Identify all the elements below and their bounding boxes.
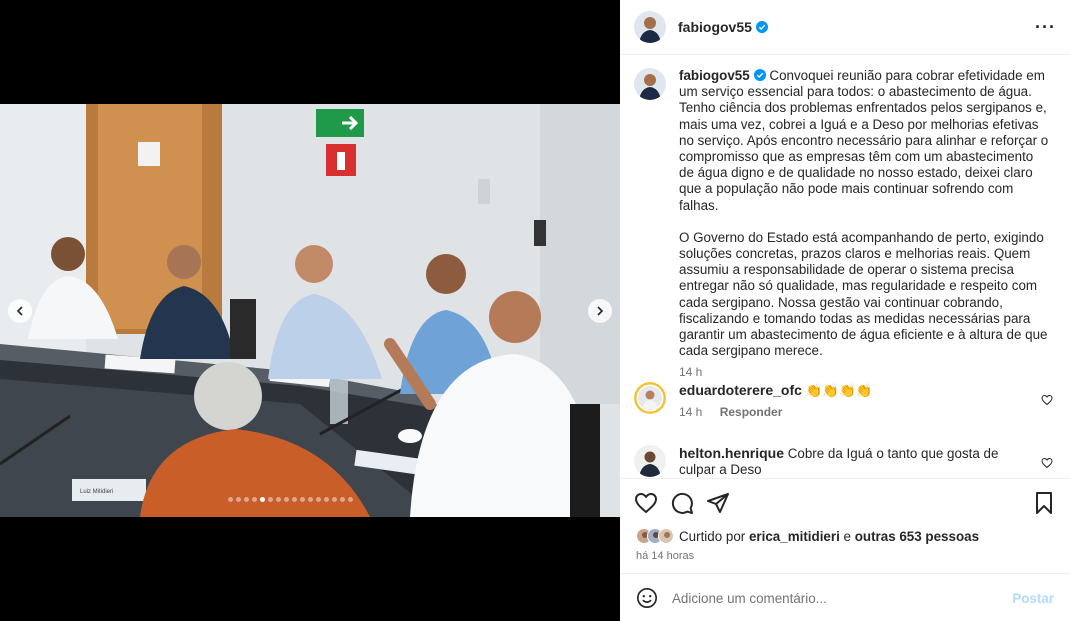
caption-text-1: Convoquei reunião para cobrar efetividad…	[679, 68, 1052, 213]
carousel-dot	[228, 497, 233, 502]
comment-item: helton.henrique Cobre da Iguá o tanto qu…	[634, 445, 1059, 478]
post-age[interactable]: há 14 horas	[636, 550, 694, 562]
carousel-dot	[284, 497, 289, 502]
post-actions: Curtido por erica_mitidieri e outras 653…	[620, 478, 1070, 621]
comment-bubble-icon[interactable]	[670, 491, 694, 515]
nameplate-text: Luiz Mitidieri	[80, 489, 113, 495]
carousel-prev-button[interactable]	[8, 299, 32, 323]
caption-body: fabiogov55 Convoquei reunião para cobrar…	[679, 68, 1049, 381]
carousel-dot	[268, 497, 273, 502]
carousel-dot	[236, 497, 241, 502]
chevron-left-icon	[16, 306, 23, 316]
likes-conj: e	[843, 528, 851, 544]
carousel-dot	[348, 497, 353, 502]
meeting-photo: Luiz Mitidieri	[0, 104, 620, 517]
carousel-dot	[324, 497, 329, 502]
comment-username[interactable]: eduardoterere_ofc	[679, 382, 802, 398]
comment-composer: Postar	[620, 573, 1070, 621]
caption-avatar[interactable]	[634, 68, 666, 100]
carousel-dot	[300, 497, 305, 502]
comment-timestamp[interactable]: 14 h	[679, 405, 702, 419]
likes-text: Curtido por erica_mitidieri e outras 653…	[679, 529, 979, 544]
action-icons-row	[634, 491, 1056, 515]
save-bookmark-icon[interactable]	[1032, 491, 1056, 515]
carousel-dot	[252, 497, 257, 502]
post-comment-button[interactable]: Postar	[1012, 591, 1054, 606]
profile-avatar-image	[634, 11, 666, 43]
carousel-dot	[316, 497, 321, 502]
commenter-avatar[interactable]	[634, 445, 666, 477]
comment-username[interactable]: helton.henrique	[679, 445, 784, 461]
comment-body: helton.henrique Cobre da Iguá o tanto qu…	[679, 445, 1019, 478]
post-caption: fabiogov55 Convoquei reunião para cobrar…	[634, 68, 1059, 381]
caption-timestamp[interactable]: 14 h	[679, 364, 1049, 380]
comment-meta: 14 h Responder	[679, 404, 1019, 420]
comment-text: 👏👏👏👏	[805, 383, 873, 398]
carousel-dot	[276, 497, 281, 502]
like-comment-heart-icon[interactable]	[1041, 457, 1053, 469]
caption-paragraph-1: fabiogov55 Convoquei reunião para cobrar…	[679, 68, 1049, 214]
media-pane: Luiz Mitidieri	[0, 0, 620, 621]
more-options-button[interactable]: ···	[1035, 17, 1056, 38]
share-send-icon[interactable]	[706, 491, 730, 515]
like-comment-heart-icon[interactable]	[1041, 394, 1053, 406]
caption-username[interactable]: fabiogov55	[679, 68, 750, 83]
header-username[interactable]: fabiogov55	[678, 19, 752, 35]
likes-prefix: Curtido por	[679, 528, 746, 544]
carousel-dot	[292, 497, 297, 502]
commenter-avatar[interactable]	[634, 382, 666, 414]
liker-avatar	[658, 528, 674, 544]
like-heart-icon[interactable]	[634, 491, 658, 515]
post-side-panel: fabiogov55 ··· fabiogov55 Convoquei reun…	[620, 0, 1070, 621]
verified-badge-icon	[755, 21, 768, 33]
comment-item: eduardoterere_ofc 👏👏👏👏 14 h Responder	[634, 382, 1059, 420]
post-viewer: Luiz Mitidieri fabiogov55 ··· fabiogov55…	[0, 0, 1070, 621]
verified-badge-icon	[753, 69, 766, 81]
comments-scroll-area[interactable]: fabiogov55 Convoquei reunião para cobrar…	[620, 56, 1070, 478]
avatar-image	[634, 445, 666, 477]
avatar-image	[634, 382, 666, 414]
likes-count[interactable]: outras 653 pessoas	[855, 529, 979, 544]
avatar[interactable]	[634, 11, 666, 43]
reply-button[interactable]: Responder	[720, 405, 783, 419]
likes-summary: Curtido por erica_mitidieri e outras 653…	[636, 528, 979, 544]
post-photo[interactable]: Luiz Mitidieri	[0, 104, 620, 517]
carousel-dot	[244, 497, 249, 502]
carousel-dot	[340, 497, 345, 502]
carousel-dot	[332, 497, 337, 502]
carousel-indicator	[228, 497, 353, 502]
carousel-next-button[interactable]	[588, 299, 612, 323]
liked-by-user[interactable]: erica_mitidieri	[749, 529, 840, 544]
profile-avatar-image	[634, 68, 666, 100]
carousel-dot	[308, 497, 313, 502]
emoji-icon[interactable]	[636, 587, 658, 609]
chevron-right-icon	[597, 306, 604, 316]
carousel-dot	[260, 497, 265, 502]
caption-text-2: O Governo do Estado está acompanhando de…	[679, 229, 1052, 359]
post-header: fabiogov55 ···	[620, 0, 1070, 55]
comment-body: eduardoterere_ofc 👏👏👏👏 14 h Responder	[679, 382, 1019, 420]
comment-input[interactable]	[672, 590, 1013, 606]
